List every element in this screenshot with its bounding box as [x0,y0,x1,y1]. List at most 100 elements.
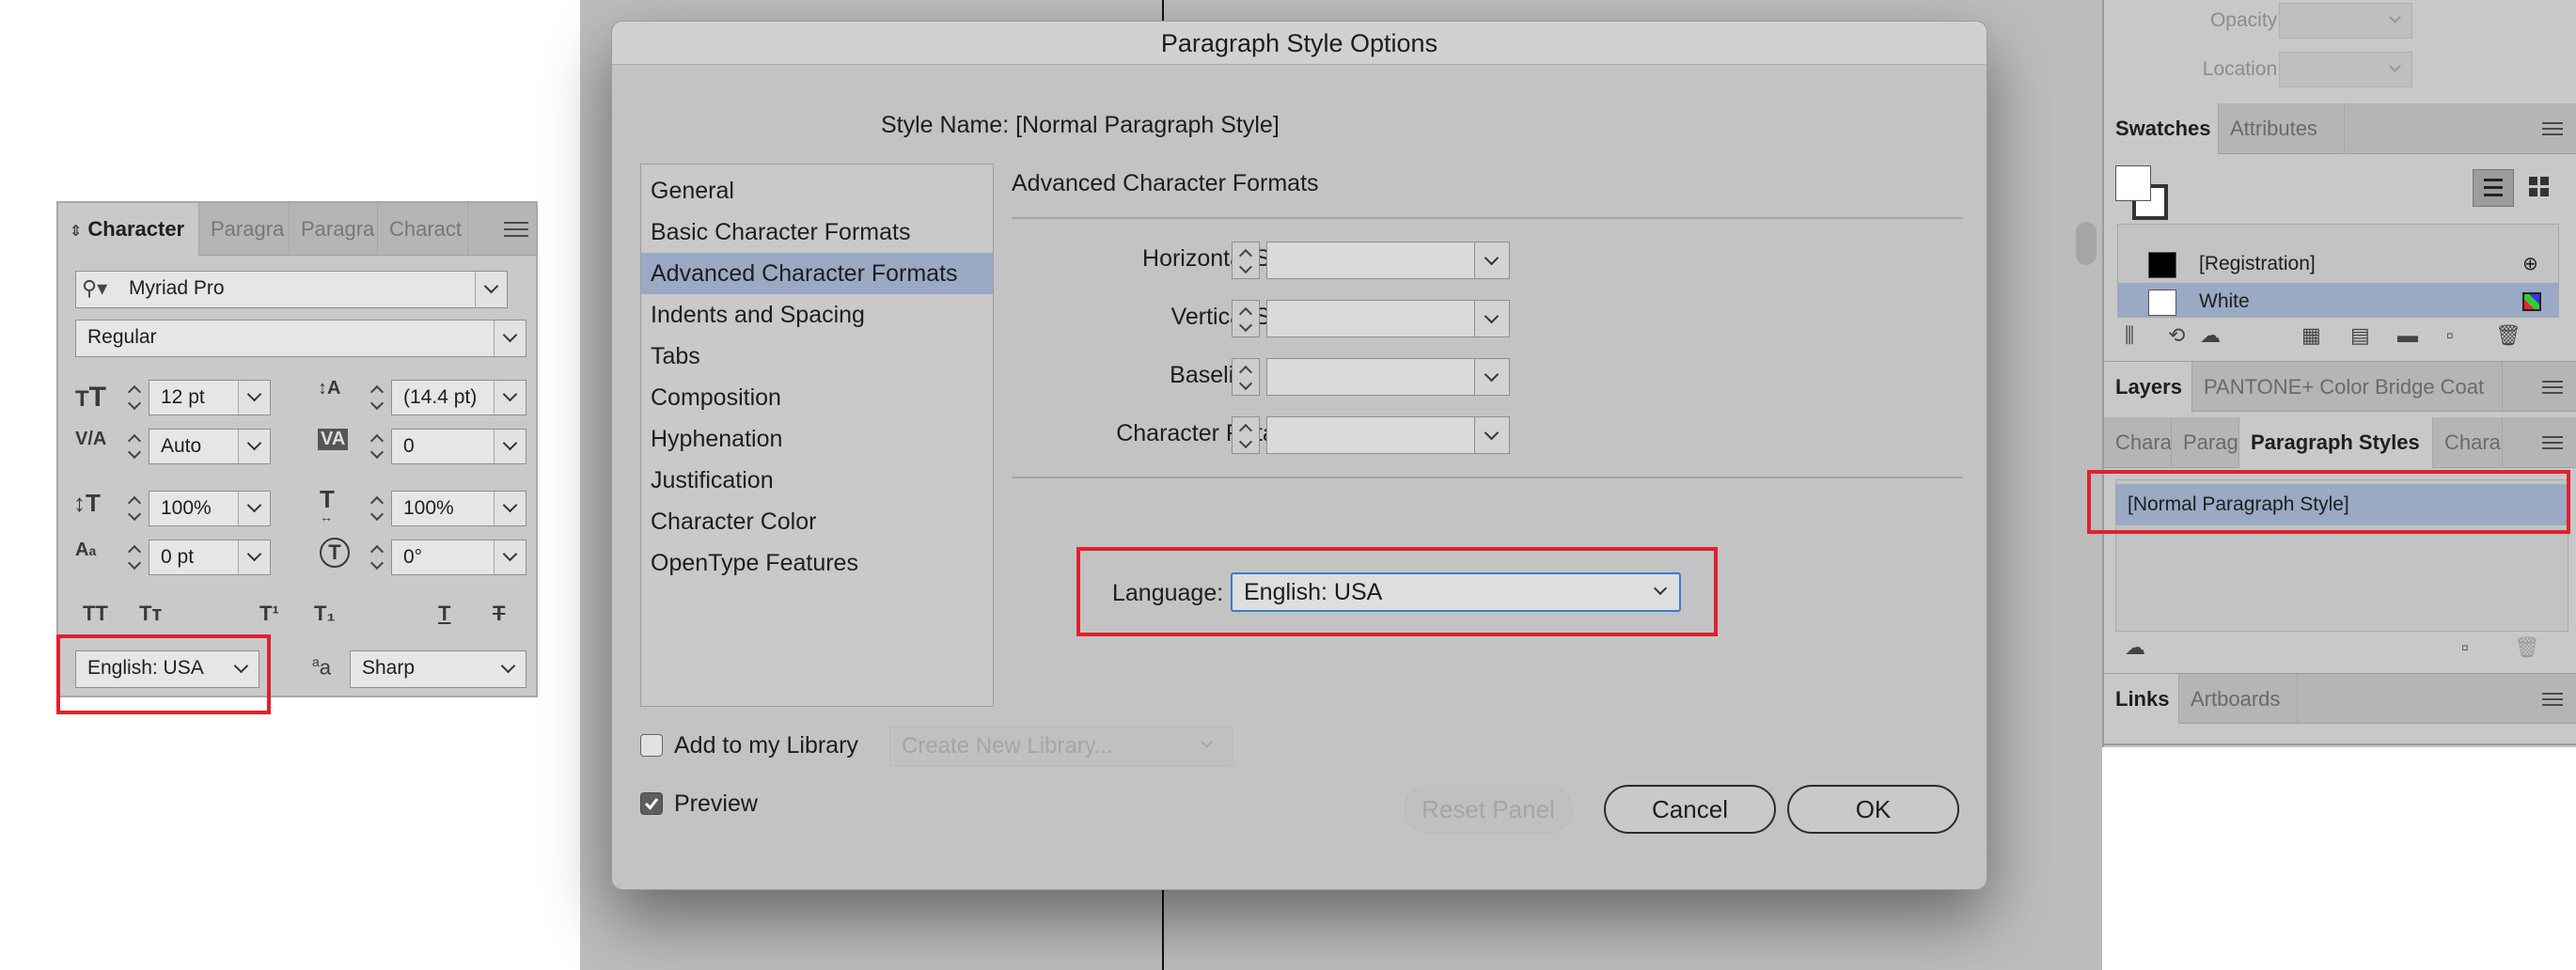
panel-menu-icon[interactable] [504,222,528,239]
leading-stepper[interactable] [367,380,387,415]
baseline-shift-stepper[interactable] [124,540,145,575]
add-to-library-checkbox[interactable] [640,734,663,757]
swatch-options-icon[interactable]: ▤ [2350,323,2370,348]
preview-checkbox[interactable] [640,792,663,815]
list-view-button[interactable] [2473,169,2514,207]
horizontal-scale-field[interactable]: 100% [391,491,526,526]
character-rotation-stepper[interactable] [1232,416,1260,454]
tab-attributes[interactable]: Attributes [2219,103,2345,154]
cloud-icon[interactable]: ☁ [2200,323,2221,348]
library-icon[interactable]: ⫼ [2125,323,2134,348]
color-theme-icon[interactable]: ⟲ [2168,323,2185,348]
tab-character[interactable]: ⇕ Character [58,203,199,256]
kerning-dropdown[interactable] [238,430,270,463]
tab-paragraph-styles[interactable]: Paragraph Styles [2239,417,2433,468]
tab-character-2[interactable]: Charact [378,203,468,256]
folder-icon[interactable]: ▬ [2397,323,2418,348]
baseline-shift-stepper[interactable] [1232,358,1260,396]
collapse-icon[interactable]: ⇕ [70,224,82,240]
vertical-scale-field[interactable]: 100% [149,491,271,526]
trash-icon[interactable]: 🗑 [2514,635,2540,660]
baseline-shift-field[interactable]: 0 pt [149,540,271,575]
superscript-button[interactable]: T¹ [259,602,279,626]
grid-view-button[interactable] [2520,169,2561,207]
category-opentype-features[interactable]: OpenType Features [641,542,993,584]
font-style-dropdown[interactable] [494,321,526,356]
antialias-field[interactable]: Sharp [350,650,526,688]
vertical-scale-dropdown[interactable] [238,492,270,525]
category-composition[interactable]: Composition [641,377,993,418]
category-hyphenation[interactable]: Hyphenation [641,418,993,460]
panel-resize-grip[interactable] [2104,724,2576,745]
vertical-scale-dropdown[interactable] [1474,300,1510,337]
baseline-shift-dropdown[interactable] [1474,358,1510,396]
subscript-button[interactable]: T₁ [314,602,336,626]
tracking-dropdown[interactable] [494,430,526,463]
leading-dropdown[interactable] [494,381,526,415]
horizontal-scale-dropdown[interactable] [1474,242,1510,279]
font-style-field[interactable]: Regular [75,320,526,357]
vertical-scale-stepper[interactable] [124,491,145,526]
skew-stepper[interactable] [367,540,387,575]
antialias-dropdown[interactable] [494,651,526,687]
horizontal-scale-input[interactable] [1266,242,1475,279]
skew-dropdown[interactable] [494,540,526,574]
layers-menu-icon[interactable] [2542,381,2563,394]
tab-swatches[interactable]: Swatches [2104,103,2219,154]
horizontal-scale-stepper[interactable] [1232,242,1260,279]
font-family-dropdown[interactable] [475,272,507,307]
scrollbar-thumb[interactable] [2076,222,2097,265]
cancel-button[interactable]: Cancel [1604,785,1776,834]
tab-character-styles[interactable]: Chara [2104,417,2172,468]
vertical-scale-stepper[interactable] [1232,300,1260,337]
trash-icon[interactable]: 🗑 [2495,323,2521,348]
swatch-row-registration[interactable]: [Registration] ⊕ [2118,245,2558,283]
category-advanced-character-formats[interactable]: Advanced Character Formats [641,253,993,294]
character-rotation-input[interactable] [1266,416,1475,454]
font-family-field[interactable]: ⚲▾ Myriad Pro [75,271,508,308]
location-dropdown[interactable] [2279,52,2412,87]
vertical-scale-input[interactable] [1266,300,1475,337]
font-size-field[interactable]: 12 pt [149,380,271,415]
fill-swatch[interactable] [2115,165,2151,201]
tracking-stepper[interactable] [367,429,387,464]
category-justification[interactable]: Justification [641,460,993,501]
font-size-stepper[interactable] [124,380,145,415]
category-indents-and-spacing[interactable]: Indents and Spacing [641,294,993,336]
tab-pantone[interactable]: PANTONE+ Color Bridge Coat [2192,362,2503,413]
category-basic-character-formats[interactable]: Basic Character Formats [641,211,993,253]
strikethrough-button[interactable]: T [493,602,505,626]
cloud-icon[interactable]: ☁ [2125,635,2145,660]
all-caps-button[interactable]: TT [83,602,108,626]
baseline-shift-input[interactable] [1266,358,1475,396]
baseline-shift-dropdown[interactable] [238,540,270,574]
horizontal-scale-stepper[interactable] [367,491,387,526]
underline-button[interactable]: T [438,602,450,626]
tab-paragraph[interactable]: Parag [2172,417,2239,468]
paragraph-styles-menu-icon[interactable] [2542,436,2563,449]
tab-artboards[interactable]: Artboards [2179,674,2298,725]
kerning-field[interactable]: Auto [149,429,271,464]
reset-panel-button[interactable]: Reset Panel [1404,785,1573,834]
tab-links[interactable]: Links [2104,674,2179,725]
tab-character[interactable]: Chara [2433,417,2503,468]
category-tabs[interactable]: Tabs [641,336,993,377]
tab-paragraph-2[interactable]: Paragra [290,203,378,256]
tab-paragraph-1[interactable]: Paragra [199,203,290,256]
swatch-row-white[interactable]: White [2118,283,2558,317]
character-rotation-dropdown[interactable] [1474,416,1510,454]
kerning-stepper[interactable] [124,429,145,464]
horizontal-scale-dropdown[interactable] [494,492,526,525]
library-select[interactable]: Create New Library... [889,727,1233,766]
tracking-field[interactable]: 0 [391,429,526,464]
leading-field[interactable]: (14.4 pt) [391,380,526,415]
tab-layers[interactable]: Layers [2104,362,2192,413]
category-character-color[interactable]: Character Color [641,501,993,542]
swatches-menu-icon[interactable] [2542,122,2563,135]
new-swatch-icon[interactable]: ▫ [2446,323,2454,348]
new-style-icon[interactable]: ▫ [2461,635,2469,660]
color-group-icon[interactable]: ▦ [2301,323,2321,348]
category-general[interactable]: General [641,170,993,211]
font-size-dropdown[interactable] [238,381,270,415]
small-caps-button[interactable]: Tт [139,602,162,626]
